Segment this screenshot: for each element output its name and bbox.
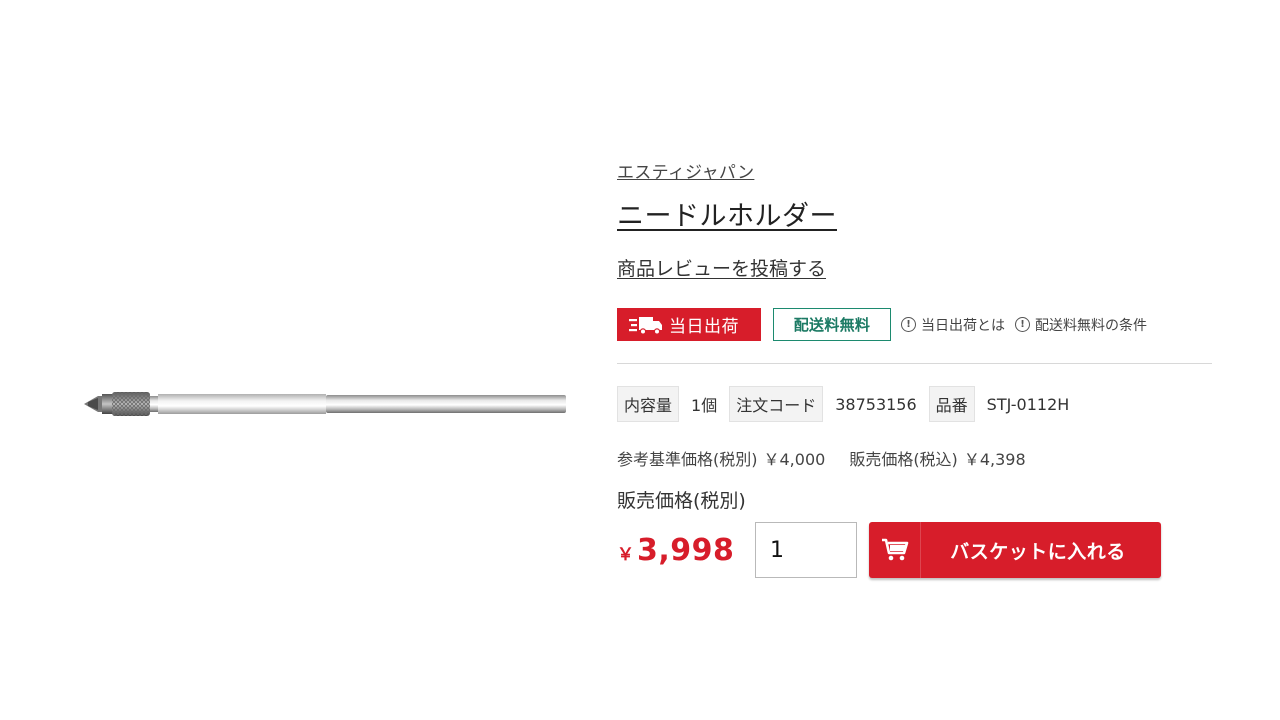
info-icon: ! <box>1015 317 1030 332</box>
product-page: エスティジャパン ニードルホルダー 商品レビューを投稿する 当日出荷 配送料無料… <box>0 0 1280 720</box>
free-shipping-info-link[interactable]: ! 配送料無料の条件 <box>1015 315 1147 335</box>
reference-base-price-label: 参考基準価格(税別) <box>617 450 758 469</box>
free-shipping-badge: 配送料無料 <box>773 308 891 341</box>
purchase-row: ￥ 3,998 バスケットに入れる <box>617 522 1161 578</box>
spec-value-content: 1個 <box>691 396 718 415</box>
product-specs: 内容量 1個 注文コード 38753156 品番 STJ-0112H <box>617 386 1081 422</box>
sale-price-incl-tax-value: ￥4,398 <box>963 450 1026 469</box>
shipping-badges: 当日出荷 配送料無料 ! 当日出荷とは ! 配送料無料の条件 <box>617 308 1147 341</box>
product-title[interactable]: ニードルホルダー <box>617 194 837 233</box>
reference-base-price-value: ￥4,000 <box>763 450 826 469</box>
same-day-shipping-label: 当日出荷 <box>669 317 739 337</box>
product-image[interactable] <box>80 380 570 428</box>
sale-price-incl-tax-label: 販売価格(税込) <box>849 450 958 469</box>
same-day-shipping-info-label: 当日出荷とは <box>921 317 1005 334</box>
spec-value-order-code: 38753156 <box>835 394 917 414</box>
brand-link[interactable]: エスティジャパン <box>617 158 754 183</box>
same-day-shipping-info-link[interactable]: ! 当日出荷とは <box>901 315 1005 335</box>
cart-icon <box>869 522 921 578</box>
spec-value-part-number: STJ-0112H <box>986 394 1070 414</box>
spec-label-part-number: 品番 <box>928 386 975 422</box>
add-to-basket-button[interactable]: バスケットに入れる <box>869 522 1161 578</box>
add-to-basket-label: バスケットに入れる <box>950 540 1126 563</box>
truck-icon <box>629 316 662 335</box>
sale-price: ￥ 3,998 <box>617 533 755 568</box>
divider <box>617 363 1212 364</box>
price-amount: 3,998 <box>637 532 735 568</box>
spec-label-content: 内容量 <box>617 386 680 422</box>
sale-price-label: 販売価格(税別) <box>617 490 746 512</box>
currency-symbol: ￥ <box>617 544 634 565</box>
quantity-input[interactable] <box>755 522 857 578</box>
post-review-link[interactable]: 商品レビューを投稿する <box>617 254 826 281</box>
free-shipping-info-label: 配送料無料の条件 <box>1035 317 1147 334</box>
reference-prices: 参考基準価格(税別) ￥4,000 販売価格(税込) ￥4,398 <box>617 446 1032 470</box>
same-day-shipping-badge: 当日出荷 <box>617 308 761 341</box>
spec-label-order-code: 注文コード <box>729 386 824 422</box>
info-icon: ! <box>901 317 916 332</box>
